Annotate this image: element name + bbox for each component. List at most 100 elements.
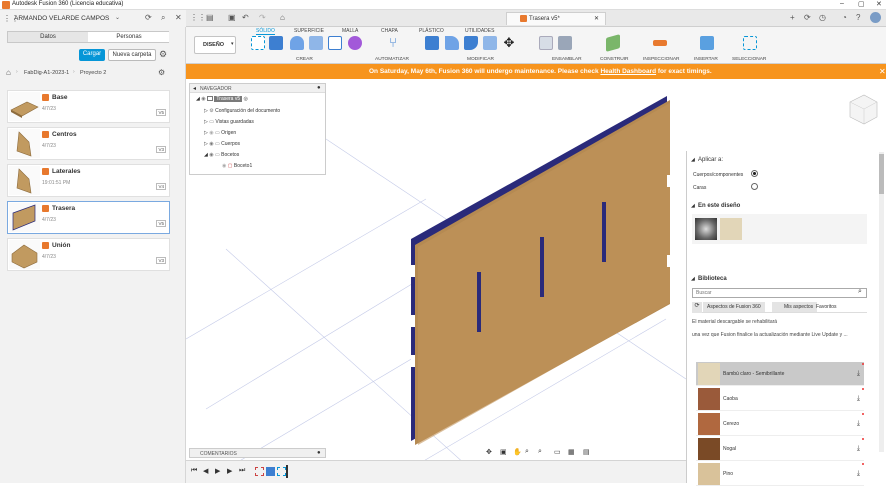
material-swatch-steel[interactable] [695, 218, 717, 240]
sketch-feature-icon[interactable] [255, 467, 264, 476]
tab-mesh[interactable]: MALLA [342, 28, 358, 34]
material-item[interactable]: Pino ⤓ [696, 462, 864, 486]
look-at-icon[interactable]: ▣ [500, 448, 507, 456]
undo-icon[interactable]: ↶ [242, 13, 249, 22]
job-status-icon[interactable]: ◷ [819, 13, 826, 22]
tab-sheet-metal[interactable]: CHAPA [381, 28, 398, 34]
download-icon[interactable]: ⤓ [857, 470, 860, 478]
group-select[interactable]: SELECCIONAR [732, 57, 766, 62]
browser-item[interactable]: ◉ ▢ Boceto1 [222, 163, 252, 169]
go-to-start-icon[interactable]: ⏮ [191, 467, 197, 475]
tab-favorites[interactable]: Favoritos [812, 302, 841, 312]
radio-faces[interactable] [751, 183, 758, 190]
version-badge[interactable]: V5 [156, 109, 166, 116]
chevron-down-icon[interactable]: ◢ [691, 276, 695, 282]
chevron-down-icon[interactable]: ◢ [204, 152, 208, 158]
chevron-right-icon[interactable]: ▷ [204, 130, 208, 136]
chevron-down-icon[interactable]: ⌄ [115, 14, 120, 21]
combine-icon[interactable] [483, 36, 497, 50]
document-tab[interactable]: Trasera v5* ✕ [506, 12, 606, 25]
close-tab-icon[interactable]: ✕ [594, 15, 599, 22]
scrollbar-thumb[interactable] [879, 154, 884, 194]
select-icon[interactable] [743, 36, 757, 50]
eye-icon[interactable]: ◉ [209, 130, 213, 136]
extrude-feature-icon[interactable] [266, 467, 275, 476]
grid-menu-icon[interactable]: ⋮⋮ [190, 13, 206, 22]
tab-surface[interactable]: SUPERFICIE [294, 28, 324, 34]
group-create[interactable]: CREAR [296, 57, 313, 62]
eye-icon[interactable]: ◉ [209, 152, 213, 158]
offset-plane-icon[interactable] [606, 34, 620, 52]
insert-image-icon[interactable] [700, 36, 714, 50]
library-search-input[interactable] [692, 288, 867, 298]
material-item[interactable]: Caoba ⤓ [696, 387, 864, 411]
file-card-union[interactable]: Unión 4/7/23 V3 [7, 238, 170, 271]
minimize-button[interactable]: – [840, 0, 844, 7]
close-window-button[interactable]: ✕ [876, 0, 882, 8]
search-icon[interactable]: ⌕ [161, 13, 165, 23]
view-cube[interactable] [846, 92, 880, 126]
maximize-button[interactable]: ▢ [858, 0, 865, 8]
eye-icon[interactable]: ◉ [201, 96, 205, 102]
step-forward-icon[interactable]: ▶ [227, 467, 232, 475]
tab-data[interactable]: Datos [8, 32, 88, 42]
group-assemble[interactable]: ENSAMBLAR [552, 57, 582, 62]
display-settings-icon[interactable]: ▭ [554, 448, 561, 456]
sweep-icon[interactable] [309, 36, 323, 50]
fit-icon[interactable]: ⌕ [538, 448, 542, 456]
go-to-end-icon[interactable]: ⏭ [239, 467, 245, 475]
group-modify[interactable]: MODIFICAR [467, 57, 494, 62]
version-badge[interactable]: V3 [156, 257, 166, 264]
eye-icon[interactable]: ◉ [209, 141, 213, 147]
tab-plastic[interactable]: PLÁSTICO [419, 28, 444, 34]
download-icon[interactable]: ⤓ [857, 420, 860, 428]
grid-settings-icon[interactable]: ▦ [568, 448, 575, 456]
browser-item[interactable]: ◢ ◉ ▭ Bocetos [204, 152, 239, 158]
timeline-marker[interactable] [286, 465, 288, 478]
eye-icon[interactable]: ◉ [222, 163, 226, 169]
chevron-down-icon[interactable]: ◢ [196, 96, 200, 102]
project-settings-icon[interactable]: ⚙ [158, 68, 165, 77]
revolve-icon[interactable] [290, 36, 304, 50]
new-component-icon[interactable] [539, 36, 553, 50]
extrude-icon[interactable] [269, 36, 283, 50]
chevron-down-icon[interactable]: ◢ [691, 157, 695, 163]
orbit-icon[interactable]: ✥ [486, 448, 492, 456]
automate-icon[interactable]: ⑂ [386, 36, 400, 50]
browser-item[interactable]: ▷ ▭ Vistas guardadas [204, 119, 254, 125]
shell-icon[interactable] [464, 36, 478, 50]
step-back-icon[interactable]: ◀ [203, 467, 208, 475]
pan-icon[interactable]: ✋ [513, 448, 522, 456]
workspace-selector[interactable]: DISEÑO ▾ [194, 36, 236, 54]
gear-icon[interactable]: ⚙ [159, 49, 167, 60]
sketch-feature-icon[interactable] [277, 467, 286, 476]
upload-button[interactable]: Cargar [79, 49, 105, 61]
collapse-icon[interactable]: ◂ [193, 85, 196, 92]
browser-root[interactable]: ◢ ◉ Trasera v5 ◎ [196, 96, 248, 102]
help-icon[interactable]: ? [856, 13, 860, 22]
user-name[interactable]: ARMANDO VELARDE CAMPOS [14, 15, 109, 22]
form-icon[interactable] [348, 36, 362, 50]
refresh-icon[interactable]: ⟳ [692, 302, 702, 313]
version-badge[interactable]: V4 [156, 183, 166, 190]
version-badge[interactable]: V3 [156, 146, 166, 153]
health-dashboard-link[interactable]: Health Dashboard [600, 68, 656, 75]
version-badge[interactable]: V5 [156, 220, 166, 227]
chevron-down-icon[interactable]: ◢ [691, 203, 695, 209]
browser-item[interactable]: ▷ ◉ ▭ Origen [204, 130, 236, 136]
chevron-right-icon[interactable]: ▷ [204, 141, 208, 147]
material-swatch-bamboo[interactable] [720, 218, 742, 240]
group-inspect[interactable]: INSPECCIONAR [643, 57, 680, 62]
download-icon[interactable]: ⤓ [857, 445, 860, 453]
tab-fusion-appearances[interactable]: Aspectos de Fusion 360 [703, 302, 765, 312]
play-icon[interactable]: ▶ [215, 467, 220, 475]
tab-utilities[interactable]: UTILIDADES [465, 28, 494, 34]
tab-people[interactable]: Personas [89, 32, 169, 42]
breadcrumb-root[interactable]: FabDig-A1-2023-1 [24, 70, 69, 76]
file-card-laterales[interactable]: Laterales 19:01:51 PM V4 [7, 164, 170, 197]
new-folder-button[interactable]: Nueva carpeta [108, 49, 156, 61]
material-item[interactable]: Nogal ⤓ [696, 437, 864, 461]
browser-item[interactable]: ▷ ⚙ Configuración del documento [204, 108, 280, 114]
redo-icon[interactable]: ↷ [259, 13, 266, 22]
hole-icon[interactable] [328, 36, 342, 50]
